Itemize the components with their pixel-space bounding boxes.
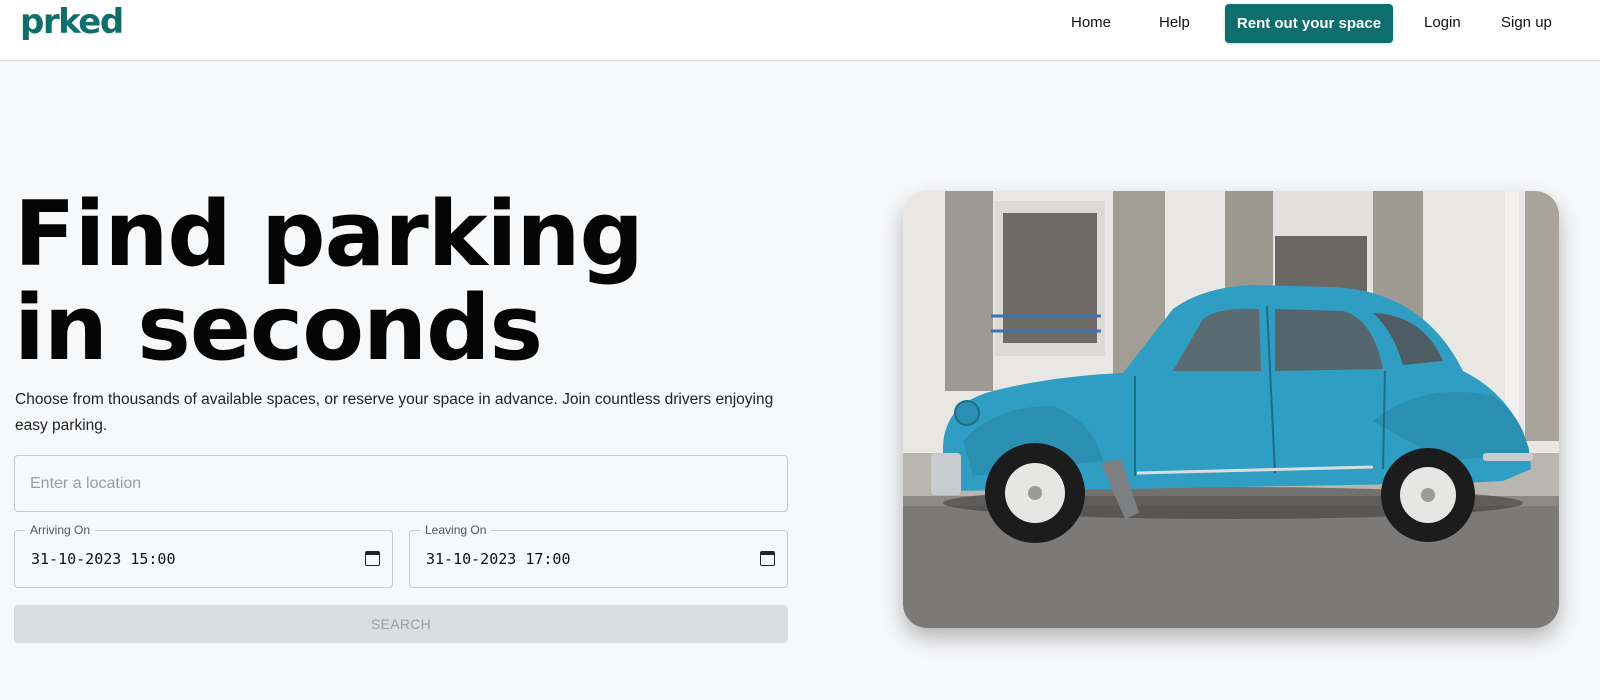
hero-title-line-2: in seconds bbox=[14, 276, 543, 381]
arriving-on-label: Arriving On bbox=[25, 523, 96, 537]
search-button[interactable]: SEARCH bbox=[14, 605, 788, 643]
hero-title-line-1: Find parking bbox=[14, 182, 644, 287]
leaving-on-value[interactable]: 31-10-2023 17:00 bbox=[426, 550, 571, 568]
calendar-icon[interactable] bbox=[760, 551, 775, 566]
prked-logo[interactable]: prked bbox=[20, 2, 124, 42]
hero-car-image bbox=[903, 191, 1559, 628]
rent-out-space-button[interactable]: Rent out your space bbox=[1225, 4, 1393, 43]
nav-home-link[interactable]: Home bbox=[1071, 14, 1111, 32]
leaving-on-label: Leaving On bbox=[420, 523, 492, 537]
arriving-on-field[interactable]: Arriving On 31-10-2023 15:00 bbox=[14, 523, 393, 588]
nav-login-link[interactable]: Login bbox=[1424, 14, 1461, 32]
nav-help-link[interactable]: Help bbox=[1159, 14, 1190, 32]
hero-subtitle: Choose from thousands of available space… bbox=[15, 391, 774, 434]
car-photo-illustration bbox=[903, 191, 1559, 628]
top-navbar: prked Home Help Rent out your space Logi… bbox=[0, 0, 1600, 61]
nav-signup-link[interactable]: Sign up bbox=[1501, 14, 1552, 32]
calendar-icon[interactable] bbox=[365, 551, 380, 566]
leaving-on-field[interactable]: Leaving On 31-10-2023 17:00 bbox=[409, 523, 788, 588]
location-input[interactable] bbox=[14, 455, 788, 512]
arriving-on-value[interactable]: 31-10-2023 15:00 bbox=[31, 550, 176, 568]
hero-title: Find parking in seconds bbox=[14, 182, 644, 381]
